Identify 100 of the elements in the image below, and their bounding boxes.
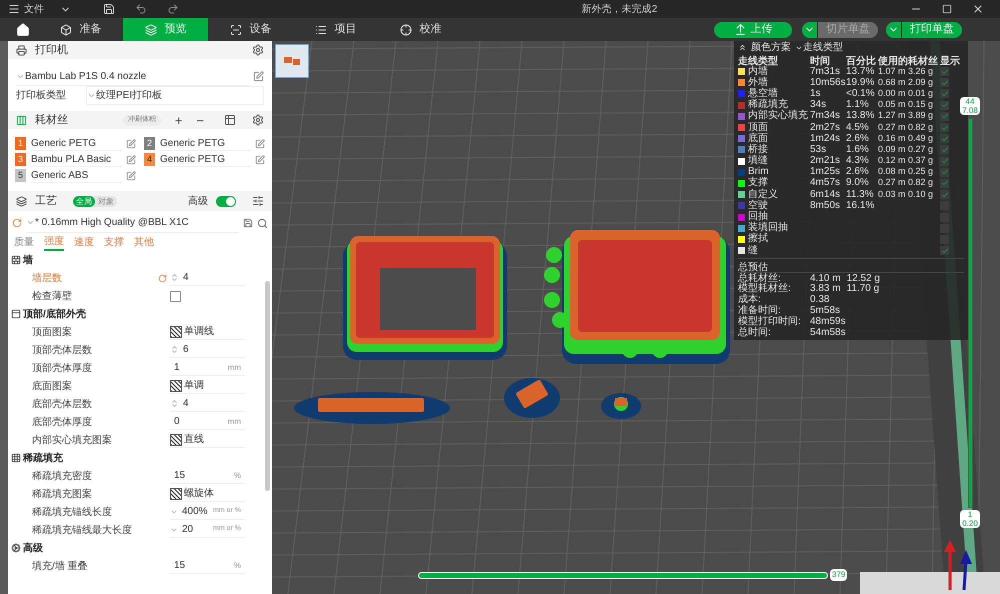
show-checkbox[interactable] [940,145,949,154]
remove-button[interactable]: − [196,114,204,126]
reset-icon[interactable] [158,274,167,282]
percent-value: 1.6% [846,144,869,155]
close-icon[interactable] [972,3,984,15]
menu-button[interactable]: 文件 [4,2,48,16]
time-value: 7m31s [810,66,840,77]
advanced-switch[interactable] [216,196,236,206]
filament-number[interactable]: 4 [144,153,155,166]
setting-label: 稀疏填充锚线最大长度 [32,524,133,538]
show-checkbox[interactable] [940,134,949,144]
usage-value: 0.68 m 2.09 g [878,78,934,87]
filament-dropdown[interactable]: Generic PETG [31,136,122,151]
pattern-icon [170,488,182,500]
show-checkbox[interactable] [940,246,949,256]
pattern-dropdown[interactable]: 螺旋体 [170,486,245,502]
settings-icon[interactable] [252,114,264,126]
redo-icon[interactable] [167,3,179,15]
collapse-icon[interactable] [738,43,747,52]
plate-thumbnail[interactable] [275,44,309,78]
legend-title: 颜色方案 [751,40,791,55]
filament-dropdown[interactable]: Bambu PLA Basic [31,152,122,167]
settings-tab[interactable]: 质量 [14,233,34,251]
main-tab[interactable]: 校准 [378,18,463,41]
pattern-dropdown[interactable]: 单调 [170,378,245,394]
line-type-label: 回抽 [748,212,768,222]
column-header: 走线类型 [738,54,779,67]
setting-label: 填充/墙 重叠 [32,560,89,574]
maximize-icon[interactable] [942,4,952,14]
view-mode-icon[interactable] [252,195,264,207]
edit-icon[interactable] [126,154,136,164]
show-checkbox[interactable] [940,190,949,200]
stepper-icon[interactable] [170,273,179,282]
show-checkbox[interactable] [940,156,949,166]
stepper-icon[interactable] [170,345,179,354]
time-value: 4m57s [810,177,840,188]
scheme-dropdown[interactable]: 走线类型 [795,40,843,55]
layer-number: 1 [966,510,974,519]
filament-dropdown[interactable]: Generic PETG [160,152,251,167]
usage-value: 0.27 m 0.82 g [878,122,934,132]
model-icon [282,54,302,68]
edit-icon[interactable] [253,71,264,82]
main-tab[interactable]: 项目 [293,18,378,41]
edit-icon[interactable] [126,138,136,148]
input-field[interactable]: 0 mm [170,414,245,430]
settings-icon[interactable] [252,44,264,56]
input-field[interactable]: 1 mm [170,360,245,376]
pattern-dropdown[interactable]: 单调线 [170,324,245,340]
search-icon[interactable] [257,218,268,228]
show-checkbox[interactable] [940,78,949,88]
input-field[interactable]: 15 % [170,558,245,574]
show-checkbox[interactable] [940,178,949,188]
pattern-dropdown[interactable]: 直线 [170,432,245,448]
save-icon[interactable] [243,218,253,228]
process-dropdown[interactable]: * 0.16mm High Quality @BBL X1C [26,213,239,233]
show-checkbox[interactable] [940,123,949,132]
main-tab[interactable]: 准备 [38,18,123,41]
show-checkbox[interactable] [940,112,949,121]
filament-dropdown[interactable]: Generic PETG [160,136,251,151]
edit-icon[interactable] [255,138,265,148]
pattern-icon [170,380,182,392]
number-field[interactable]: 4 [170,270,245,286]
reset-icon[interactable] [12,218,22,228]
show-checkbox[interactable] [940,168,949,177]
home-icon[interactable] [16,22,30,36]
time-value: 7m34s [810,110,840,122]
group-title: 高级 [23,541,43,556]
filament-number[interactable]: 5 [15,169,26,182]
scrollbar[interactable] [265,281,270,491]
time-value: 1m25s [810,166,840,178]
summary-value: 48m59s [810,316,846,327]
undo-icon[interactable] [135,3,147,15]
show-checkbox[interactable] [940,100,949,110]
usage-value: 0.03 m 0.10 g [878,190,934,199]
usage-value: 0.00 m 0.01 g [878,88,934,98]
column-header: 使用的耗材丝 [878,54,939,68]
filament-number[interactable]: 2 [144,137,155,150]
percent-value: 13.7% [846,66,874,77]
usage-value: 0.27 m 0.82 g [878,178,934,188]
checkbox[interactable] [170,290,181,302]
advanced-label: 高级 [188,194,208,208]
input-field[interactable]: 15 % [170,468,245,484]
summary-label: 模型耗材丝: [738,283,791,294]
show-checkbox[interactable] [940,89,949,98]
stepper-icon[interactable] [170,399,179,408]
add-button[interactable]: + [174,114,182,126]
number-field[interactable]: 4 [170,396,245,412]
edit-icon[interactable] [255,154,265,164]
printer-dropdown[interactable]: Bambu Lab P1S 0.4 nozzle [16,67,249,86]
filament-dropdown[interactable]: Generic ABS [31,168,122,183]
setting-label: 稀疏填充锚线长度 [32,506,113,520]
main-tab[interactable]: 设备 [208,18,293,41]
menu-icon [8,3,20,15]
number-field[interactable]: 6 [170,342,245,358]
edit-icon[interactable] [126,170,136,180]
plate-dropdown[interactable]: 纹理PEI打印板 [86,86,264,105]
percent-value: 13.8% [846,110,874,122]
line-type-label: 底面 [748,134,768,144]
show-checkbox[interactable] [940,67,949,76]
caret-icon [26,218,35,227]
